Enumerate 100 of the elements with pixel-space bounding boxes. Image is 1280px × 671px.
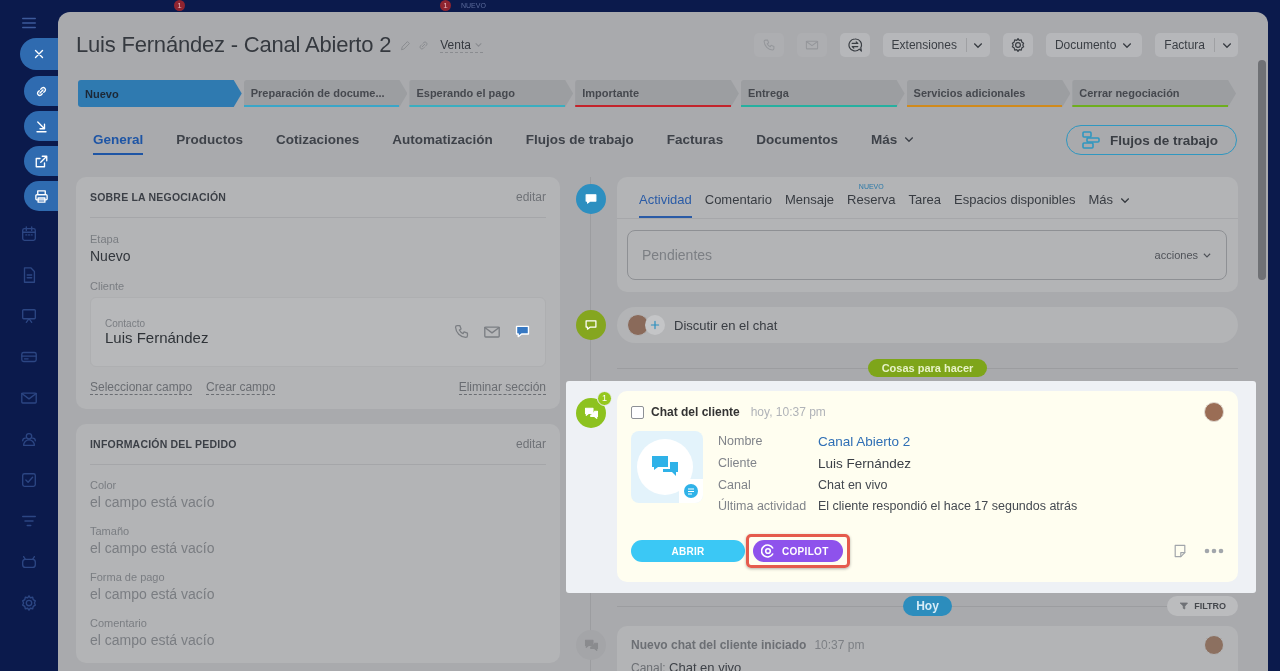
date-label: Hoy [903,596,952,616]
timestamp: hoy, 10:37 pm [750,405,826,419]
chats-icon [583,405,599,421]
todo-label: Cosas para hacer [867,359,988,377]
notification-badge: 1 [174,0,185,11]
chevron-down-icon [473,40,483,49]
field-link[interactable]: Seleccionar campo [90,380,193,395]
card-title: Chat del cliente [651,405,740,419]
pipeline-stage[interactable]: Esperando el pago [409,80,574,107]
tab[interactable]: General [93,125,144,155]
field-value: El cliente respondió el hace 17 segundos atrás [818,499,1078,513]
field-label: Tamaño [90,525,130,537]
activity-tab[interactable]: Tarea [908,192,942,218]
contact-label: Contacto [105,317,147,329]
field-label: Etapa [90,233,119,245]
activity-tab[interactable]: Mensaje [784,192,835,218]
mail-icon [804,38,819,52]
tab[interactable]: Documentos [756,125,838,155]
scrollbar[interactable] [1258,60,1266,280]
more-tab[interactable]: Más [1088,192,1131,218]
settings-button[interactable] [1002,33,1033,57]
channel-link[interactable]: Canal Abierto 2 [818,434,1078,449]
edit-link[interactable]: editar [515,437,546,451]
discuss-in-chat-button[interactable]: Discutir en el chat [617,307,1238,343]
notification-badge: 1 [440,0,451,11]
counter-badge: 1 [597,391,612,406]
note-icon [1172,543,1188,559]
calendar-icon [20,225,38,243]
mail-icon [483,323,501,341]
avatar [1204,402,1224,422]
contact-name[interactable]: Luis Fernández [105,328,209,346]
robot-icon [20,553,38,571]
link-icon [417,38,431,52]
card-title: Nuevo chat del cliente iniciado [631,638,807,652]
field-value: Chat en vivo [818,478,889,492]
pipeline-stage[interactable]: Nuevo [78,80,242,107]
external-link-icon [33,153,49,169]
copilot-button[interactable]: COPILOT [753,540,843,562]
print-button[interactable] [24,181,58,211]
checkbox[interactable] [631,405,644,419]
category-dropdown[interactable]: Venta [440,37,483,53]
copilot-icon [761,544,775,558]
tab[interactable]: Productos [176,125,244,155]
field-label: Última actividad [718,499,808,513]
tab[interactable]: Flujos de trabajo [525,125,634,155]
print-icon [33,188,49,204]
pipeline-stage[interactable]: Servicios adicionales [906,80,1071,107]
close-icon [32,47,46,61]
chat-icon [846,37,863,53]
actions-dropdown[interactable]: acciones [1154,249,1212,261]
activity-tab[interactable]: Actividad [639,192,692,218]
activity-tab[interactable]: Comentario [704,192,772,218]
download-icon [33,118,49,134]
field-label: Comentario [90,617,147,629]
pipeline-stage[interactable]: Importante [575,80,739,107]
section-title: SOBRE LA NEGOCIACIÓN [90,191,227,203]
chat-bubble-icon [584,318,598,332]
filter-button[interactable]: FILTRO [1167,596,1238,616]
remove-section-link[interactable]: Eliminar sección [458,380,546,395]
settings-icon [1009,37,1026,53]
edit-link[interactable]: editar [515,190,546,204]
download-button[interactable] [24,111,58,141]
funnel-icon [1179,601,1190,611]
field-value: Luis Fernández [818,456,913,471]
tab[interactable]: Cotizaciones [276,125,360,155]
workflow-icon [1081,130,1101,150]
document-button[interactable]: Documento [1045,33,1143,57]
phone-icon [761,38,776,52]
external-link-button[interactable] [24,146,58,176]
tab[interactable]: Automatización [392,125,493,155]
chevron-down-icon [1202,250,1212,260]
phone-icon [453,323,470,340]
section-title: INFORMACIÓN DEL PEDIDO [90,438,237,450]
field-value: Nuevo [90,248,131,264]
chat-button[interactable] [839,33,870,57]
close-button[interactable] [20,38,58,70]
presentation-icon [20,307,38,325]
pipeline-stage[interactable]: Preparación de docume... [243,80,408,107]
pipeline-stage[interactable]: Entrega [740,80,905,107]
window-title: Luis Fernández - Canal Abierto 2 [76,32,392,58]
field-link[interactable]: Crear campo [206,380,276,395]
pipeline-stage[interactable]: Cerrar negociación [1072,80,1237,107]
tab[interactable]: Facturas [666,125,724,155]
field-label: Cliente [718,456,758,471]
more-tab[interactable]: Más [870,125,916,155]
chat-icon [514,323,531,340]
chat-illustration-drawing [631,431,703,503]
field-label: Color [90,479,117,491]
users-icon [20,430,38,448]
activity-tab[interactable]: Espacios disponibles [954,192,1076,218]
checkbox-icon [20,471,38,489]
field-label: Nombre [718,434,764,449]
field-label: Canal [718,478,752,492]
chat-bubble-icon [584,192,598,206]
avatar [627,314,649,336]
field-label: Forma de pago [90,571,165,583]
pencil-icon [399,38,413,52]
avatar [1204,635,1224,655]
link-button[interactable] [24,76,58,106]
plus-icon [649,319,661,331]
